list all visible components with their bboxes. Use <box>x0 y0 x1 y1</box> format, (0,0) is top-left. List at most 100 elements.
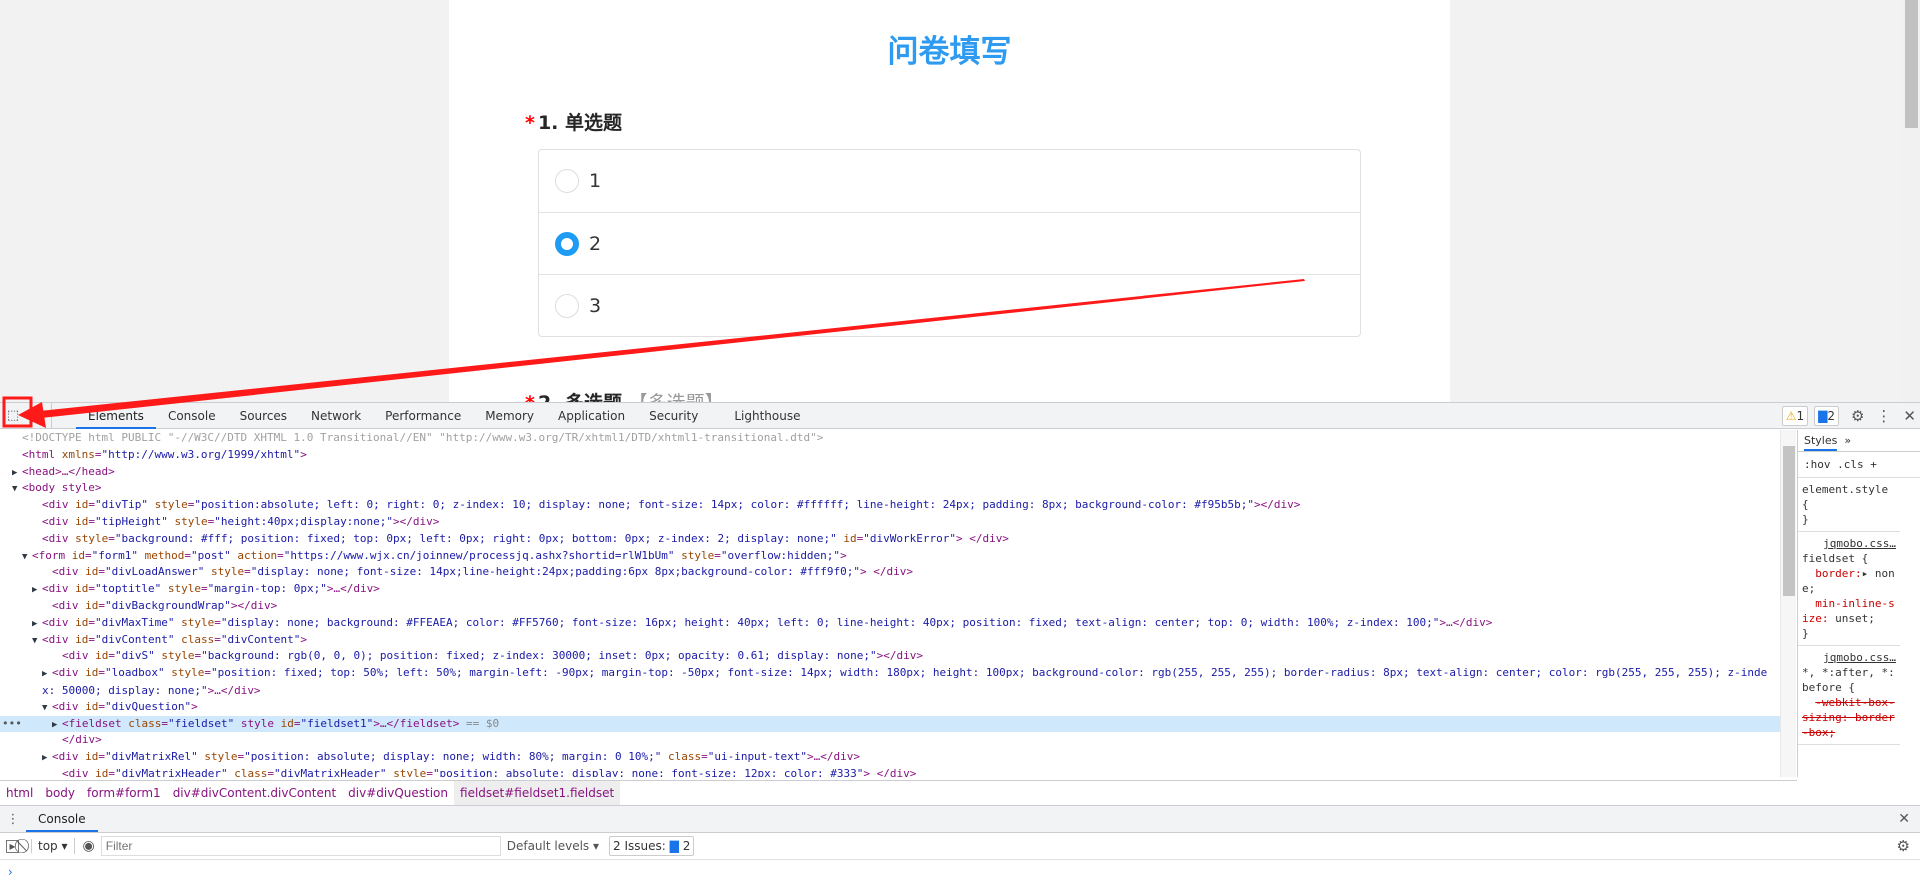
expand-triangle-icon[interactable]: ▶ <box>12 465 22 481</box>
tab-memory[interactable]: Memory <box>473 403 546 429</box>
dom-node[interactable]: <div id="divS" style="background: rgb(0,… <box>0 648 1780 665</box>
attr-name: id <box>95 766 109 777</box>
scrollbar-thumb[interactable] <box>1783 446 1795 596</box>
tab-security[interactable]: Security <box>637 403 710 429</box>
radio-icon[interactable] <box>555 293 579 318</box>
breadcrumb-item[interactable]: div#divContent.divContent <box>167 781 342 805</box>
tab-application[interactable]: Application <box>546 403 637 429</box>
devtools-panel: ⬚ ▯ Elements Console Sources Network Per… <box>0 402 1920 889</box>
required-marker: * <box>525 112 535 134</box>
dom-node[interactable]: <html xmlns="http://www.w3.org/1999/xhtm… <box>0 447 1780 464</box>
add-rule-icon[interactable]: + <box>1870 458 1877 471</box>
tab-sources[interactable]: Sources <box>228 403 299 429</box>
inspect-element-icon[interactable]: ⬚ <box>0 403 26 429</box>
levels-label: Default levels <box>506 839 590 853</box>
attr-name: id <box>71 548 85 562</box>
collapse-triangle-icon[interactable]: ▼ <box>32 633 42 649</box>
option-2[interactable]: 2 <box>539 212 1360 274</box>
tab-network[interactable]: Network <box>299 403 373 429</box>
dom-node[interactable]: <div id="divMatrixHeader" class="divMatr… <box>0 766 1780 777</box>
element-style-rule[interactable]: element.style { } <box>1798 478 1900 532</box>
attr-value: "fieldset" <box>167 716 235 730</box>
dom-node[interactable]: ▼ <form id="form1" method="post" action="… <box>0 548 1780 565</box>
tab-lighthouse[interactable]: Lighthouse <box>722 403 812 429</box>
tab-performance[interactable]: Performance <box>373 403 473 429</box>
attr-value: "https://www.wjx.cn/joinnew/processjq.as… <box>283 548 675 562</box>
log-levels-dropdown[interactable]: Default levels ▾ <box>507 839 599 853</box>
breadcrumb-item[interactable]: div#divQuestion <box>342 781 454 805</box>
dom-node[interactable]: ▼ <div id="divContent" class="divContent"… <box>0 632 1780 649</box>
collapse-triangle-icon[interactable]: ▼ <box>12 481 22 497</box>
device-toolbar-icon[interactable]: ▯ <box>26 402 52 429</box>
cls-toggle[interactable]: .cls <box>1837 458 1864 471</box>
dom-node[interactable]: ▶ <div id="divMatrixRel" style="position:… <box>0 749 1780 766</box>
radio-icon[interactable] <box>555 169 579 193</box>
dom-node[interactable]: <div style="background: #fff; position: … <box>0 531 1780 548</box>
styles-tab[interactable]: Styles <box>1804 434 1838 451</box>
dom-node[interactable]: <div id="divLoadAnswer" style="display: … <box>0 564 1780 581</box>
live-expression-eye-icon[interactable]: ◉ <box>73 838 95 854</box>
issues-button[interactable]: 2 Issues: ▇ 2 <box>609 836 695 856</box>
collapse-triangle-icon[interactable]: ▼ <box>42 700 52 716</box>
question-1-label: 1. 单选题 <box>537 112 622 134</box>
expand-triangle-icon[interactable]: ▶ <box>42 666 52 683</box>
messages-badge[interactable]: ▇2 <box>1814 406 1839 426</box>
attr-name: id <box>85 598 99 612</box>
attr-value: "divMatrixHeader" <box>115 766 228 777</box>
expand-triangle-icon[interactable]: ▶ <box>32 582 42 598</box>
context-selector[interactable]: top ▾ <box>31 839 68 853</box>
elements-scrollbar[interactable] <box>1780 430 1796 777</box>
sidebar-toggle-icon[interactable]: ▸ <box>6 839 19 853</box>
stylesheet-link[interactable]: jqmobo.css… <box>1802 536 1896 551</box>
close-devtools-icon[interactable]: ✕ <box>1903 407 1916 425</box>
breadcrumb-item[interactable]: html <box>0 781 39 805</box>
dom-node[interactable]: <div id="tipHeight" style="height:40px;d… <box>0 514 1780 531</box>
tab-console[interactable]: Console <box>156 403 228 429</box>
radio-checked-icon[interactable] <box>555 231 579 256</box>
attr-value: "display: none; background: #FFEAEA; col… <box>220 615 1440 629</box>
close-drawer-icon[interactable]: ✕ <box>1898 811 1910 827</box>
more-tabs-icon[interactable]: » <box>1844 434 1851 447</box>
dom-node[interactable]: ▶ <head>…</head> <box>0 464 1780 481</box>
breadcrumb-item[interactable]: form#form1 <box>81 781 167 805</box>
warnings-badge[interactable]: ⚠1 <box>1781 406 1809 426</box>
dom-node[interactable]: <div id="divTip" style="position:absolut… <box>0 497 1780 514</box>
required-marker: * <box>525 392 535 402</box>
drawer-menu-icon[interactable]: ⋮ <box>0 806 26 832</box>
expand-triangle-icon[interactable]: ▶ <box>42 750 52 766</box>
breadcrumb-item[interactable]: body <box>39 781 81 805</box>
console-filter-input[interactable] <box>100 836 501 856</box>
more-options-icon[interactable]: ⋮ <box>1876 407 1891 425</box>
dom-node[interactable]: <!DOCTYPE html PUBLIC "-//W3C//DTD XHTML… <box>0 430 1780 447</box>
option-1[interactable]: 1 <box>539 150 1360 212</box>
attr-name: id <box>85 666 99 680</box>
stylesheet-link[interactable]: jqmobo.css… <box>1802 650 1896 665</box>
breadcrumb-item-selected[interactable]: fieldset#fieldset1.fieldset <box>454 780 621 805</box>
attr-value: "divMatrixHeader" <box>273 766 387 777</box>
attr-value: "margin-top: 0px;" <box>207 582 327 596</box>
page-scrollbar[interactable] <box>1902 0 1920 402</box>
dom-node[interactable]: <div id="divBackgroundWrap"></div> <box>0 598 1780 615</box>
expand-triangle-icon[interactable]: ▶ <box>32 616 42 632</box>
hov-toggle[interactable]: :hov <box>1804 458 1831 471</box>
tab-elements[interactable]: Elements <box>76 403 156 429</box>
dom-node[interactable]: </div> <box>0 732 1780 749</box>
console-prompt[interactable]: › <box>8 865 13 879</box>
settings-gear-icon[interactable]: ⚙ <box>1851 407 1864 425</box>
dom-node[interactable]: ▶ <div id="toptitle" style="margin-top: 0… <box>0 581 1780 598</box>
dom-node[interactable]: ▶ <div id="divMaxTime" style="display: no… <box>0 615 1780 632</box>
node-actions-icon[interactable]: ••• <box>2 716 22 733</box>
console-settings-gear-icon[interactable]: ⚙ <box>1897 837 1910 855</box>
dom-node-markup: <div id="loadbox" style="position: fixed… <box>42 666 1768 697</box>
dom-node[interactable]: ▶ <div id="loadbox" style="position: fixe… <box>0 665 1780 699</box>
dom-node[interactable]: ▼ <div id="divQuestion"> <box>0 699 1780 716</box>
drawer-tab-console[interactable]: Console <box>26 806 98 832</box>
dom-node[interactable]: ▼ <body style> <box>0 480 1780 497</box>
attr-value: "background: rgb(0, 0, 0); position: fix… <box>201 649 877 663</box>
attr-name: style <box>171 666 205 680</box>
expand-triangle-icon[interactable]: ▶ <box>52 717 62 733</box>
dom-node-selected[interactable]: ••• ▶ <fieldset class="fieldset" style id=… <box>0 715 1780 733</box>
scrollbar-thumb[interactable] <box>1905 0 1918 128</box>
option-3[interactable]: 3 <box>539 274 1360 336</box>
collapse-triangle-icon[interactable]: ▼ <box>22 549 32 565</box>
